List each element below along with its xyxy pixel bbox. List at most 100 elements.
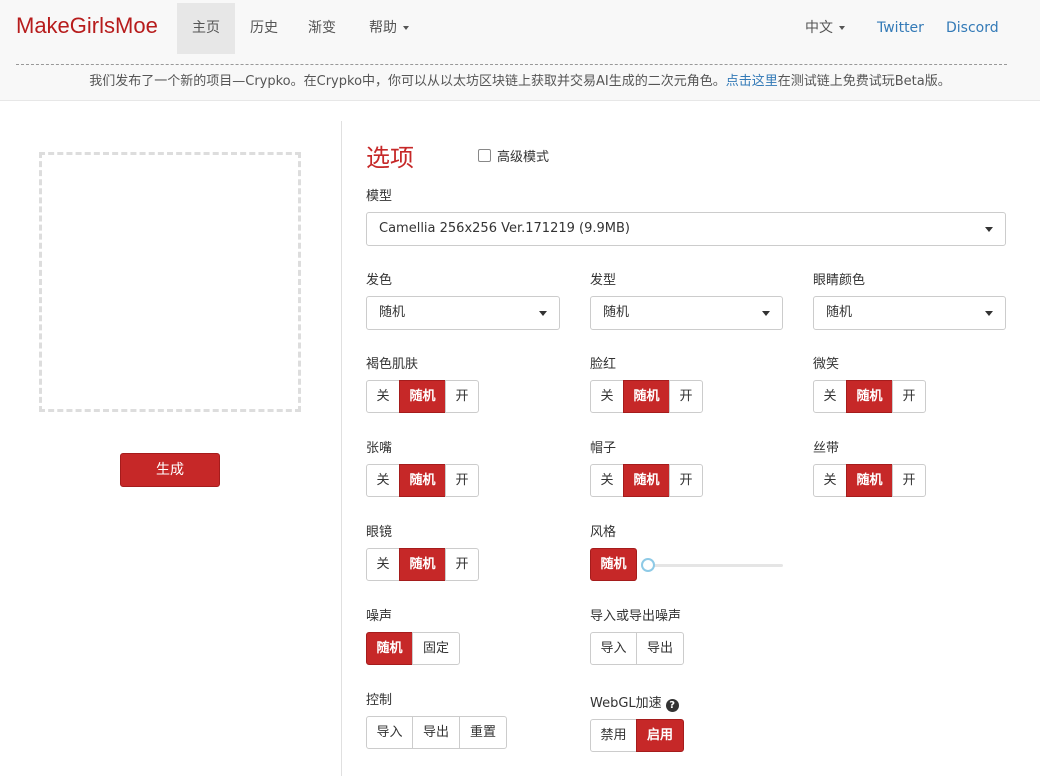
ribbon-random[interactable]: 随机 (846, 464, 893, 497)
discord-link[interactable]: Discord (946, 3, 999, 54)
caret-down-icon (985, 227, 993, 232)
dark-skin-on[interactable]: 开 (445, 380, 479, 413)
noise-io-label: 导入或导出噪声 (590, 609, 682, 624)
ribbon-off[interactable]: 关 (813, 464, 847, 497)
ribbon-on[interactable]: 开 (892, 464, 926, 497)
control-import-button[interactable]: 导入 (366, 716, 413, 749)
announcement-text: 我们发布了一个新的项目—Crypko。在Crypko中，你可以从以太坊区块链上获… (89, 74, 726, 89)
hair-color-label: 发色 (366, 273, 393, 288)
style-label: 风格 (590, 525, 617, 540)
webgl-label-group: WebGL加速? (590, 692, 679, 712)
nav-help-label: 帮助 (369, 20, 397, 36)
noise-import-button[interactable]: 导入 (590, 632, 637, 665)
blush-toggle: 关 随机 开 (590, 380, 703, 413)
control-label: 控制 (366, 693, 393, 708)
eye-color-label: 眼睛颜色 (813, 273, 866, 288)
advanced-mode-label: 高级模式 (497, 150, 550, 165)
blush-random[interactable]: 随机 (623, 380, 670, 413)
control-group: 导入 导出 重置 (366, 716, 507, 749)
style-random-button[interactable]: 随机 (590, 548, 637, 581)
noise-toggle: 随机 固定 (366, 632, 460, 665)
noise-io-group: 导入 导出 (590, 632, 684, 665)
hat-label: 帽子 (590, 441, 617, 456)
hair-style-label: 发型 (590, 273, 617, 288)
nav-home[interactable]: 主页 (177, 3, 235, 54)
hair-style-value: 随机 (603, 305, 630, 320)
smile-toggle: 关 随机 开 (813, 380, 926, 413)
hair-color-value: 随机 (379, 305, 406, 320)
dark-skin-off[interactable]: 关 (366, 380, 400, 413)
announcement-text-end: 在测试链上免费试玩Beta版。 (777, 74, 951, 89)
advanced-mode-toggle[interactable]: 高级模式 (478, 146, 549, 165)
nav-history[interactable]: 历史 (235, 3, 293, 54)
noise-label: 噪声 (366, 609, 393, 624)
control-reset-button[interactable]: 重置 (459, 716, 507, 749)
chevron-down-icon (403, 26, 409, 30)
noise-export-button[interactable]: 导出 (636, 632, 684, 665)
hat-on[interactable]: 开 (669, 464, 703, 497)
chevron-down-icon (839, 26, 845, 30)
smile-on[interactable]: 开 (892, 380, 926, 413)
smile-label: 微笑 (813, 357, 840, 372)
open-mouth-label: 张嘴 (366, 441, 393, 456)
dark-skin-toggle: 关 随机 开 (366, 380, 479, 413)
glasses-toggle: 关 随机 开 (366, 548, 479, 581)
blush-label: 脸红 (590, 357, 617, 372)
nav-gradient[interactable]: 渐变 (293, 3, 351, 54)
smile-random[interactable]: 随机 (846, 380, 893, 413)
image-preview (39, 152, 301, 412)
style-slider-handle[interactable] (641, 558, 655, 572)
open-mouth-random[interactable]: 随机 (399, 464, 446, 497)
nav-help-dropdown[interactable]: 帮助 (353, 3, 425, 54)
control-export-button[interactable]: 导出 (412, 716, 460, 749)
smile-off[interactable]: 关 (813, 380, 847, 413)
open-mouth-toggle: 关 随机 开 (366, 464, 479, 497)
caret-down-icon (539, 311, 547, 316)
question-circle-icon[interactable]: ? (665, 699, 679, 712)
webgl-label: WebGL加速 (590, 696, 662, 711)
style-random-group: 随机 (590, 548, 637, 581)
ribbon-toggle: 关 随机 开 (813, 464, 926, 497)
dark-skin-random[interactable]: 随机 (399, 380, 446, 413)
caret-down-icon (762, 311, 770, 316)
hat-off[interactable]: 关 (590, 464, 624, 497)
ribbon-label: 丝带 (813, 441, 840, 456)
advanced-mode-checkbox[interactable] (478, 149, 491, 162)
style-slider-track[interactable] (648, 564, 783, 567)
hat-toggle: 关 随机 开 (590, 464, 703, 497)
blush-on[interactable]: 开 (669, 380, 703, 413)
glasses-random[interactable]: 随机 (399, 548, 446, 581)
language-dropdown[interactable]: 中文 (790, 3, 860, 54)
open-mouth-off[interactable]: 关 (366, 464, 400, 497)
eye-color-select[interactable]: 随机 (813, 296, 1006, 330)
announcement: 我们发布了一个新的项目—Crypko。在Crypko中，你可以从以太坊区块链上获… (0, 70, 1040, 89)
webgl-toggle: 禁用 启用 (590, 719, 684, 752)
blush-off[interactable]: 关 (590, 380, 624, 413)
webgl-disable[interactable]: 禁用 (590, 719, 637, 752)
open-mouth-on[interactable]: 开 (445, 464, 479, 497)
divider (341, 121, 342, 776)
glasses-label: 眼镜 (366, 525, 393, 540)
eye-color-value: 随机 (826, 305, 853, 320)
twitter-link[interactable]: Twitter (877, 3, 924, 54)
model-value: Camellia 256x256 Ver.171219 (9.9MB) (379, 221, 630, 236)
hat-random[interactable]: 随机 (623, 464, 670, 497)
announcement-link[interactable]: 点击这里 (726, 74, 778, 89)
webgl-enable[interactable]: 启用 (636, 719, 684, 752)
glasses-off[interactable]: 关 (366, 548, 400, 581)
language-label: 中文 (805, 20, 833, 36)
caret-down-icon (985, 311, 993, 316)
dark-skin-label: 褐色肌肤 (366, 357, 419, 372)
noise-random[interactable]: 随机 (366, 632, 413, 665)
model-select[interactable]: Camellia 256x256 Ver.171219 (9.9MB) (366, 212, 1006, 246)
generate-button[interactable]: 生成 (120, 453, 220, 487)
divider (16, 64, 1007, 65)
options-title: 选项 (366, 144, 414, 172)
glasses-on[interactable]: 开 (445, 548, 479, 581)
navbar: MakeGirlsMoe 主页 历史 渐变 帮助 中文 Twitter Disc… (0, 0, 1040, 101)
brand-logo[interactable]: MakeGirlsMoe (16, 13, 158, 39)
hair-color-select[interactable]: 随机 (366, 296, 560, 330)
hair-style-select[interactable]: 随机 (590, 296, 783, 330)
model-label: 模型 (366, 189, 393, 204)
noise-fixed[interactable]: 固定 (412, 632, 460, 665)
